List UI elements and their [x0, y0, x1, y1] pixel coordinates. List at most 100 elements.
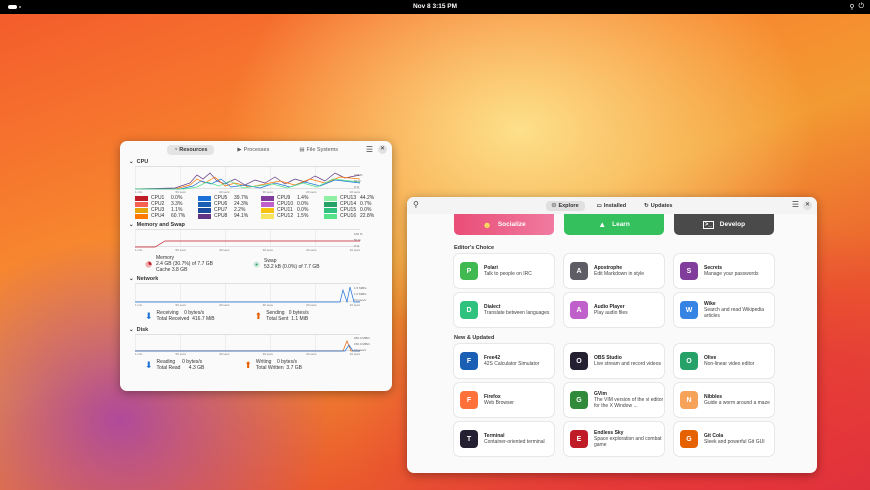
sending-stat: ⬆ Sending 0 bytes/s Total Sent 1.1 MiB [254, 310, 309, 322]
compass-icon: ☉ [551, 202, 557, 209]
cpu-name: CPU8 [214, 213, 228, 219]
writing-stat: ⬆ Writing 0 bytes/s Total Written 3.7 GB [244, 359, 302, 371]
cpu-color-swatch [324, 201, 337, 207]
hamburger-menu-icon[interactable]: ☰ [366, 145, 373, 154]
close-icon[interactable]: ✕ [378, 145, 387, 154]
app-text: Free42 42S Calculator Simulator [484, 355, 539, 367]
gauge-icon: ◔ [173, 146, 178, 153]
tab-updates[interactable]: ↻ Updates [638, 201, 678, 211]
power-icon: ⏻ [858, 3, 864, 10]
app-description: Space exploration and combat game [594, 436, 662, 448]
secrets-icon: S [680, 262, 698, 280]
chevron-down-icon: ⌄ [129, 276, 134, 282]
category-develop[interactable]: >_ Develop [674, 214, 774, 235]
category-socialize[interactable]: ☻ Socialize [454, 214, 554, 235]
cpu-color-swatch [135, 207, 148, 213]
cpu-color-swatch [261, 207, 274, 213]
app-card[interactable]: T Terminal Container-oriented terminal [454, 422, 554, 456]
app-text: Git Cola Sleek and powerful Git GUI [704, 433, 765, 445]
network-section-toggle[interactable]: ⌄ Network [129, 275, 392, 283]
disk-y-axis: 250.0 MiB/s 150.0 MiB/s 0 bytes/s [354, 336, 370, 352]
terminal-icon: T [460, 430, 478, 448]
app-card[interactable]: F Firefox Web Browser [454, 383, 554, 417]
app-card[interactable]: F Free42 42S Calculator Simulator [454, 344, 554, 378]
app-card[interactable]: D Dialect Translate between languages [454, 293, 554, 327]
app-text: Secrets Manage your passwords [704, 265, 758, 277]
software-header: ⚲ ☉ Explore ▭ Installed ↻ Updates ☰ ✕ [407, 197, 817, 214]
app-description: Translate between languages [484, 310, 550, 316]
tab-installed[interactable]: ▭ Installed [591, 201, 633, 211]
chevron-down-icon: ⌄ [129, 327, 134, 333]
app-card[interactable]: S Secrets Manage your passwords [674, 254, 774, 288]
memory-pie-icon [145, 260, 152, 268]
cpu-section: ⌄ CPU 100 % 50 % 0 % 1 min 50 secs 40 sec… [120, 158, 392, 219]
cpu-color-swatch [135, 213, 148, 219]
disk-graph [135, 334, 360, 352]
cpu-usage: 60.7% [171, 213, 186, 219]
hamburger-menu-icon[interactable]: ☰ [792, 200, 799, 209]
wike-icon: W [680, 301, 698, 319]
endless-sky-icon: E [570, 430, 588, 448]
resources-window: ◔ Resources ▶ Processes ▤ File Systems ☰ ✕ … [120, 141, 392, 391]
search-icon[interactable]: ⚲ [413, 200, 419, 209]
app-description: Edit Markdown in style [594, 271, 645, 277]
cpu-legend-item: CPU16 22.8% [324, 213, 387, 219]
reading-stat: ⬇ Reading 0 bytes/s Total Read 4.3 GB [145, 359, 205, 371]
app-card[interactable]: E Endless Sky Space exploration and combat… [564, 422, 664, 456]
app-card[interactable]: O OBS Studio Live stream and record videos [564, 344, 664, 378]
cpu-section-toggle[interactable]: ⌄ CPU [129, 158, 392, 166]
app-card[interactable]: O Olive Non-linear video editor [674, 344, 774, 378]
chevron-down-icon: ⌄ [129, 159, 134, 165]
app-card[interactable]: W Wike Search and read Wikipedia articles [674, 293, 774, 327]
app-text: Dialect Translate between languages [484, 304, 549, 316]
download-arrow-icon: ⬇ [145, 310, 153, 321]
disk-stats: ⬇ Reading 0 bytes/s Total Read 4.3 GB ⬆ … [145, 357, 392, 373]
clock[interactable]: Nov 8 3:15 PM [0, 3, 870, 10]
refresh-icon: ↻ [644, 202, 649, 209]
cpu-color-swatch [324, 195, 337, 201]
cpu-color-swatch [261, 201, 274, 207]
cpu-color-swatch [324, 207, 337, 213]
cpu-history-lines [135, 172, 360, 190]
terminal-icon: >_ [702, 220, 714, 229]
cpu-usage: 94.1% [234, 213, 249, 219]
app-card[interactable]: N Nibbles Guide a worm around a maze [674, 383, 774, 417]
category-learn[interactable]: ▲ Learn [564, 214, 664, 235]
disk-section-toggle[interactable]: ⌄ Disk [129, 326, 392, 334]
app-card[interactable]: G Git Cola Sleek and powerful Git GUI [674, 422, 774, 456]
app-description: Search and read Wikipedia articles [704, 307, 765, 319]
system-tray[interactable]: ⚲ ⏻ [849, 3, 864, 11]
tab-resources[interactable]: ◔ Resources [166, 144, 215, 155]
cpu-usage: 1.5% [297, 213, 309, 219]
cpu-color-swatch [261, 213, 274, 219]
tab-explore[interactable]: ☉ Explore [545, 200, 585, 211]
download-arrow-icon: ⬇ [145, 359, 153, 370]
app-description: Manage your passwords [704, 271, 759, 277]
disk-icon: ▤ [299, 146, 305, 153]
cpu-legend-item: CPU4 60.7% [135, 213, 198, 219]
tab-file-systems[interactable]: ▤ File Systems [292, 145, 345, 155]
cpu-legend-item: CPU8 94.1% [198, 213, 261, 219]
tab-processes[interactable]: ▶ Processes [230, 145, 276, 155]
app-card[interactable]: G GVim The VIM version of the vi editor fo… [564, 383, 664, 417]
new-updated-grid: F Free42 42S Calculator Simulator O OBS Stud… [454, 344, 817, 456]
app-card[interactable]: P Polari Talk to people on IRC [454, 254, 554, 288]
olive-icon: O [680, 352, 698, 370]
top-bar: Nov 8 3:15 PM ⚲ ⏻ [0, 0, 870, 14]
memory-stats: Memory 2.4 GB (30.7%) of 7.7 GB Cache 3.… [145, 253, 392, 275]
app-card[interactable]: A Apostrophe Edit Markdown in style [564, 254, 664, 288]
upload-arrow-icon: ⬆ [244, 359, 252, 370]
cpu-color-swatch [135, 201, 148, 207]
play-icon: ▶ [237, 146, 242, 153]
app-text: Firefox Web Browser [484, 394, 514, 406]
network-icon: ⚲ [849, 4, 855, 11]
close-icon[interactable]: ✕ [803, 201, 812, 210]
app-text: Audio Player Play audio files [594, 304, 628, 316]
app-description: Live stream and record videos [594, 361, 661, 367]
app-card[interactable]: A Audio Player Play audio files [564, 293, 664, 327]
obs-studio-icon: O [570, 352, 588, 370]
app-description: Play audio files [594, 310, 628, 316]
memory-section-toggle[interactable]: ⌄ Memory and Swap [129, 221, 392, 229]
memory-graph [135, 229, 360, 248]
upload-arrow-icon: ⬆ [254, 310, 263, 321]
